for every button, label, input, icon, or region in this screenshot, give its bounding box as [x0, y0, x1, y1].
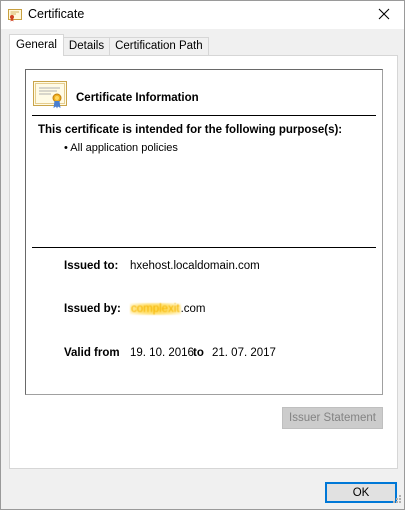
tab-certification-path[interactable]: Certification Path [109, 37, 209, 56]
certificate-icon [8, 8, 22, 22]
certificate-info-box: Certificate Information This certificate… [25, 69, 383, 395]
certificate-ribbon-icon [33, 81, 67, 112]
valid-to-value: 21. 07. 2017 [212, 347, 276, 359]
window-title: Certificate [28, 7, 85, 21]
tab-general[interactable]: General [9, 34, 64, 56]
close-button[interactable] [364, 1, 404, 29]
info-title: Certificate Information [76, 92, 199, 104]
purpose-heading: This certificate is intended for the fol… [38, 124, 343, 136]
general-tab-panel: Certificate Information This certificate… [9, 55, 398, 469]
purpose-item: • All application policies [64, 142, 178, 154]
valid-from-label: Valid from [64, 347, 120, 359]
tab-strip: General Details Certification Path [9, 34, 209, 56]
valid-from-value: 19. 10. 2016 [130, 347, 194, 359]
issuer-statement-button[interactable]: Issuer Statement [282, 407, 383, 429]
ok-button[interactable]: OK [325, 482, 397, 503]
title-bar: Certificate [1, 1, 404, 29]
certificate-dialog: Certificate General Details Certificatio… [0, 0, 405, 510]
valid-to-label: to [193, 347, 204, 359]
redacted-text: complexit [130, 303, 181, 315]
issued-to-label: Issued to: [64, 260, 119, 272]
tab-details[interactable]: Details [62, 37, 111, 56]
issued-by-label: Issued by: [64, 303, 121, 315]
divider-top [32, 115, 376, 116]
divider-bottom [32, 247, 376, 248]
issued-to-value: hxehost.localdomain.com [130, 260, 260, 272]
close-icon [378, 8, 390, 23]
issued-by-value: complexit.com [130, 303, 206, 315]
issued-by-suffix: .com [180, 303, 206, 315]
resize-grip-icon[interactable] [392, 494, 402, 507]
